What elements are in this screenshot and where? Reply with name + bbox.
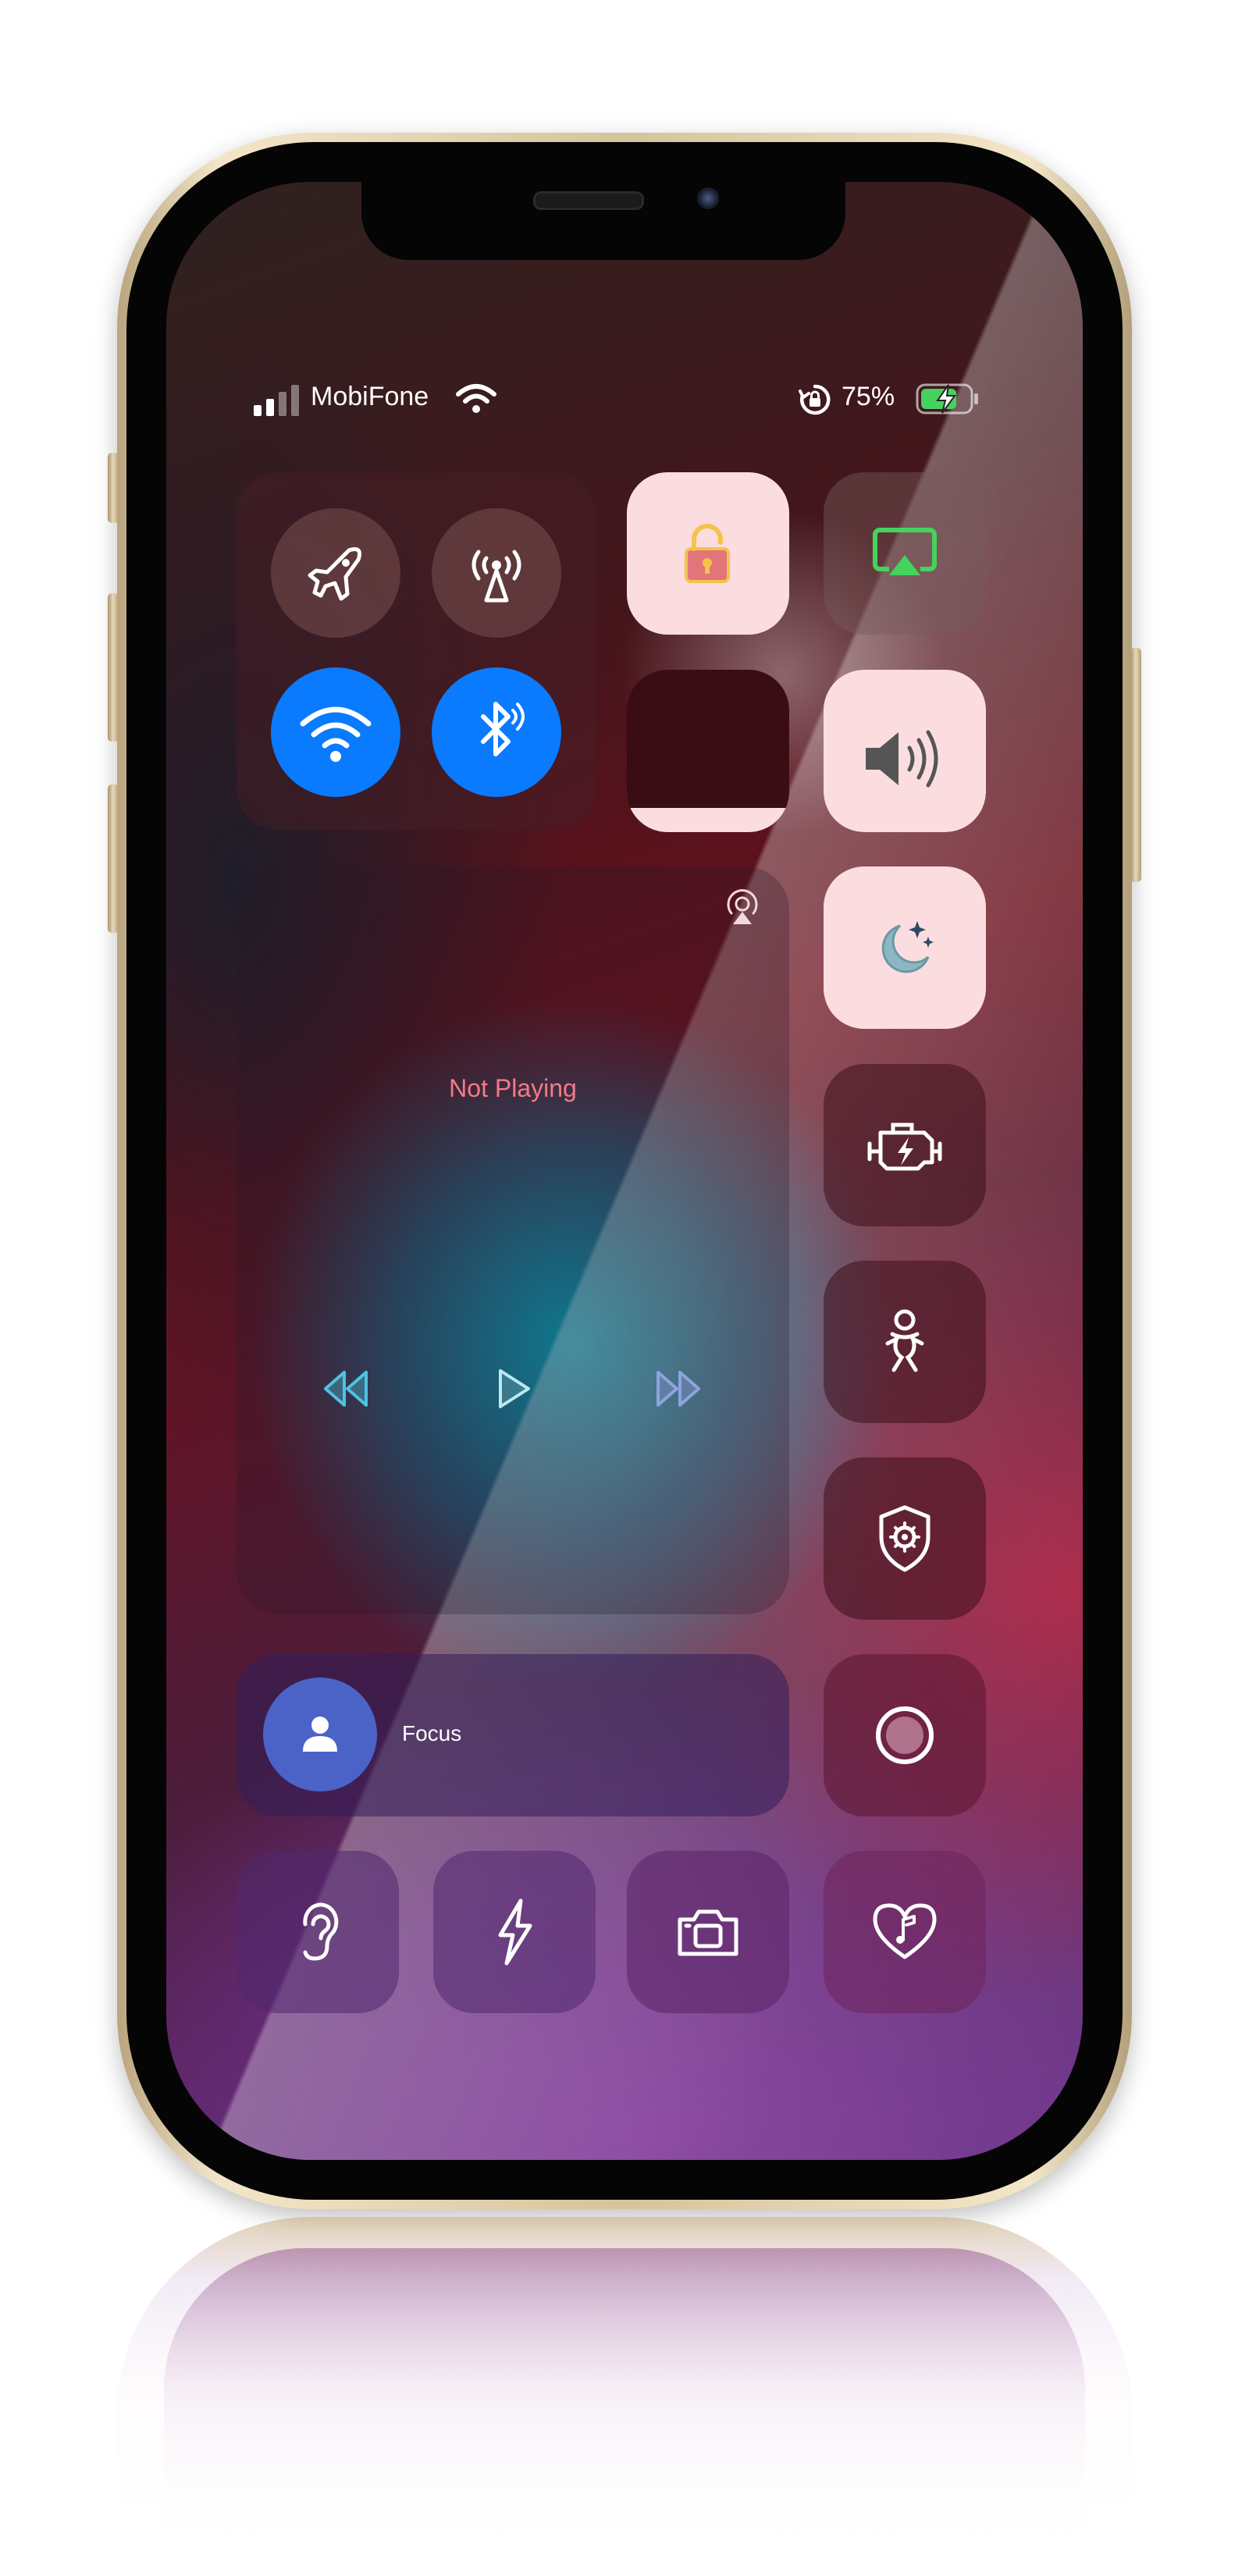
signal-bars-icon [254, 385, 304, 416]
screen-mirroring-button[interactable] [824, 472, 986, 635]
hearing-button[interactable] [237, 1851, 399, 2013]
moon-stars-icon [866, 909, 944, 987]
notch [361, 182, 845, 260]
focus-label: Focus [402, 1721, 462, 1745]
brightness-level-fill [627, 808, 789, 832]
circle-ring-icon [866, 1696, 944, 1774]
dark-mode-toggle[interactable] [824, 866, 986, 1029]
cellular-data-toggle[interactable] [432, 508, 561, 638]
wifi-toggle[interactable] [271, 667, 400, 797]
wifi-icon [297, 697, 375, 767]
now-playing-title: Not Playing [449, 1074, 577, 1102]
airplane-icon [301, 538, 371, 608]
shield-settings-button[interactable] [824, 1457, 986, 1620]
earpiece-speaker [533, 191, 644, 210]
engine-icon [862, 1106, 948, 1184]
speaker-volume-icon [858, 720, 952, 798]
flash-icon [475, 1893, 553, 1971]
status-bar: MobiFone 75% [166, 377, 1083, 424]
airplay-screen-icon [866, 514, 944, 592]
reflection-fade [0, 2217, 1249, 2576]
media-player-module: Not Playing [237, 866, 789, 1614]
focus-button[interactable]: Focus [237, 1654, 789, 1816]
cellular-antenna-icon [461, 538, 532, 608]
carrier-name: MobiFone [311, 382, 429, 411]
play-icon[interactable] [482, 1361, 544, 1416]
wifi-status-icon [455, 383, 497, 415]
airplane-mode-toggle[interactable] [271, 508, 400, 638]
engine-button[interactable] [824, 1064, 986, 1226]
front-camera [697, 187, 719, 209]
lock-rotation-icon [669, 514, 747, 592]
battery-percentage: 75% [842, 382, 895, 411]
rotation-lock-status-icon [799, 383, 831, 416]
camera-button[interactable] [627, 1851, 789, 2013]
focus-icon-circle [263, 1678, 377, 1791]
bluetooth-toggle[interactable] [432, 667, 561, 797]
volume-slider[interactable] [824, 670, 986, 832]
flashlight-button[interactable] [433, 1851, 596, 2013]
bluetooth-icon [461, 693, 532, 771]
battery-charging-icon [916, 382, 981, 416]
music-recognition-button[interactable] [824, 1851, 986, 2013]
side-button [1130, 648, 1141, 882]
fast-forward-icon[interactable] [647, 1361, 710, 1416]
baby-icon [866, 1303, 944, 1381]
airplay-audio-icon[interactable] [721, 885, 764, 929]
rewind-icon[interactable] [315, 1361, 377, 1416]
brightness-slider[interactable] [627, 670, 789, 832]
orientation-lock-toggle[interactable] [627, 472, 789, 635]
silent-switch [108, 453, 119, 523]
person-icon [297, 1711, 343, 1758]
volume-up-button [108, 593, 119, 742]
ear-icon [279, 1893, 357, 1971]
connectivity-module [237, 472, 596, 830]
volume-down-button [108, 785, 119, 933]
control-center-screen: MobiFone 75% Not Playing Focus [166, 182, 1083, 2160]
camera-icon [669, 1893, 747, 1971]
shield-gear-icon [866, 1500, 944, 1578]
heart-music-icon [866, 1893, 944, 1971]
screen-recording-button[interactable] [824, 1654, 986, 1816]
baby-button[interactable] [824, 1261, 986, 1423]
